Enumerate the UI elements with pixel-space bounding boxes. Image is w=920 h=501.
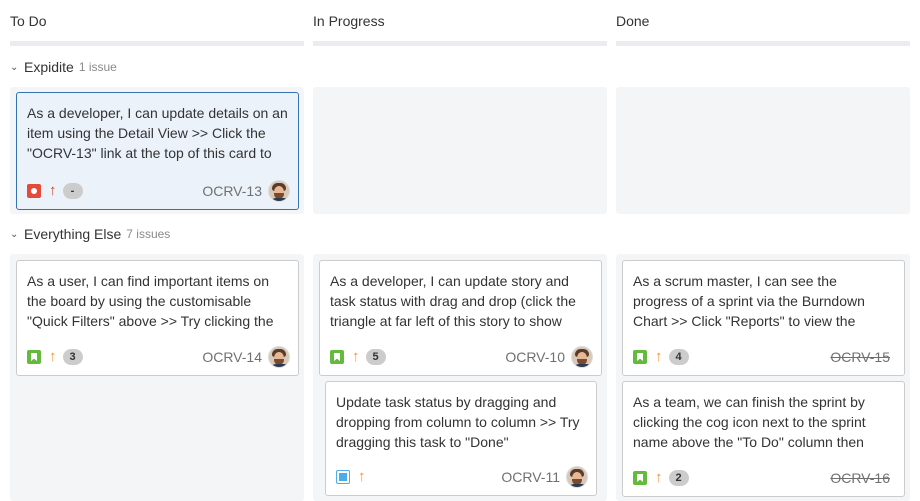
story-icon [633, 471, 647, 485]
estimate-badge: 3 [62, 349, 83, 365]
card-footer: ↑ 3 OCRV-14 [27, 345, 290, 369]
card-summary: As a developer, I can update details on … [27, 105, 288, 161]
issue-key-link[interactable]: OCRV-13 [202, 183, 262, 199]
issue-key-link[interactable]: OCRV-15 [830, 349, 890, 365]
estimate-badge: 5 [365, 349, 386, 365]
column-header-bar [10, 41, 304, 46]
column-header-todo[interactable]: To Do [10, 0, 304, 46]
priority-high-icon: ↑ [352, 348, 360, 365]
priority-high-icon: ↑ [655, 348, 663, 365]
priority-high-icon: ↑ [49, 348, 57, 365]
column-header-done[interactable]: Done [616, 0, 910, 46]
swimlane-header-expidite[interactable]: ⌄ Expidite 1 issue [10, 57, 117, 77]
assignee-avatar[interactable] [571, 346, 593, 368]
column-title: To Do [10, 13, 47, 29]
card-summary: As a developer, I can update story and t… [330, 273, 576, 329]
assignee-avatar[interactable] [566, 466, 588, 488]
story-icon [633, 350, 647, 364]
story-icon [27, 350, 41, 364]
lane-column-done [616, 87, 910, 214]
issue-key-link[interactable]: OCRV-10 [505, 349, 565, 365]
card-summary: As a user, I can find important items on… [27, 273, 274, 329]
column-header-bar [313, 41, 607, 46]
story-icon [330, 350, 344, 364]
chevron-down-icon[interactable]: ⌄ [10, 229, 18, 240]
estimate-badge: 2 [668, 470, 689, 486]
bug-icon [27, 184, 41, 198]
estimate-badge: - [62, 183, 83, 199]
card-footer: ↑ 5 OCRV-10 [330, 345, 593, 369]
swimlane-title: Everything Else [24, 226, 122, 242]
priority-high-icon: ↑ [358, 468, 366, 485]
subtask-card-ocrv-11[interactable]: Update task status by dragging and dropp… [325, 381, 597, 496]
issue-card-ocrv-10[interactable]: As a developer, I can update story and t… [319, 260, 602, 376]
issue-key-link[interactable]: OCRV-11 [501, 469, 560, 485]
card-summary: As a team, we can finish the sprint by c… [633, 394, 866, 450]
swimlane-issue-count: 7 issues [126, 227, 171, 241]
swimlane-title: Expidite [24, 59, 74, 75]
column-header-in-progress[interactable]: In Progress [313, 0, 607, 46]
issue-card-ocrv-16[interactable]: As a team, we can finish the sprint by c… [622, 381, 905, 497]
issue-key-link[interactable]: OCRV-14 [202, 349, 262, 365]
issue-card-ocrv-15[interactable]: As a scrum master, I can see the progres… [622, 260, 905, 376]
priority-high-icon: ↑ [655, 469, 663, 486]
assignee-avatar[interactable] [268, 180, 290, 202]
issue-card-ocrv-14[interactable]: As a user, I can find important items on… [16, 260, 299, 376]
chevron-down-icon[interactable]: ⌄ [10, 62, 18, 73]
column-title: Done [616, 13, 650, 29]
column-header-bar [616, 41, 910, 46]
assignee-avatar[interactable] [268, 346, 290, 368]
card-footer: ↑ 2 OCRV-16 [633, 466, 896, 490]
issue-card-ocrv-13[interactable]: As a developer, I can update details on … [16, 92, 299, 210]
issue-key-link[interactable]: OCRV-16 [830, 470, 890, 486]
swimlane-header-everything-else[interactable]: ⌄ Everything Else 7 issues [10, 224, 170, 244]
subtask-icon [336, 470, 350, 484]
swimlane-issue-count: 1 issue [78, 60, 117, 74]
estimate-badge: 4 [668, 349, 689, 365]
lane-column-in-progress [313, 87, 607, 214]
column-headers: To Do In Progress Done [0, 0, 920, 46]
card-footer: ↑ 4 OCRV-15 [633, 345, 896, 369]
card-footer: ↑ - OCRV-13 [27, 179, 290, 203]
card-summary: As a scrum master, I can see the progres… [633, 273, 865, 329]
priority-highest-icon: ↑ [49, 182, 57, 199]
card-footer: ↑ OCRV-11 [336, 465, 588, 489]
column-title: In Progress [313, 13, 385, 29]
card-summary: Update task status by dragging and dropp… [336, 394, 580, 450]
